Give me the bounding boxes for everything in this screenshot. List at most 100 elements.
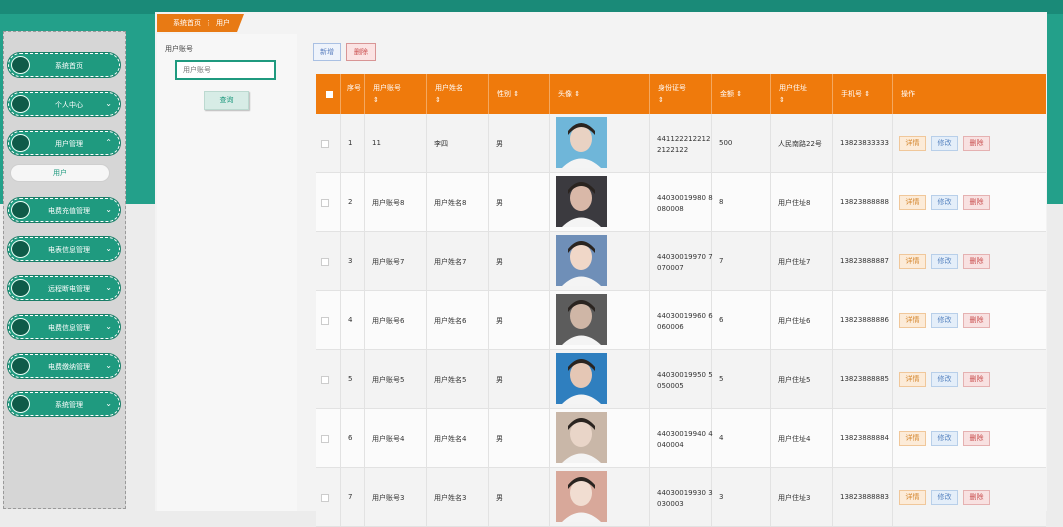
table-row: 2 用户账号8 用户姓名8 男 44030019980 8080008 8 用户住址8 138… [316,173,1046,232]
detail-button[interactable]: 详情 [899,195,926,210]
account-cell: 用户账号8 [365,173,427,232]
table-row: 4 用户账号6 用户姓名6 男 44030019960 6060006 6 用户住址6 138… [316,291,1046,350]
amount-value: 5 [719,375,724,383]
header-cell: 操作 [901,90,915,98]
sort-icon: ⇕ [574,90,581,98]
search-button[interactable]: 查询 [204,91,249,110]
address-cell: 人民南路22号 [771,114,833,173]
row-checkbox[interactable] [321,258,329,266]
add-button[interactable]: 新增 [313,43,341,61]
address-value: 用户住址6 [778,317,811,325]
table-row: 5 用户账号5 用户姓名5 男 44030019950 5050005 5 用户住址5 138… [316,350,1046,409]
sidebar-item-profile[interactable]: 个人中心 ⌄ [8,92,120,116]
sidebar-item-label: 远程断电管理 [48,285,90,293]
account-value: 用户账号4 [372,435,405,443]
row-checkbox-cell [316,232,341,291]
sidebar-item-home[interactable]: 系统首页 [8,53,120,77]
header-cell[interactable]: 头像 ⇕ [550,74,650,114]
detail-button[interactable]: 详情 [899,313,926,328]
row-checkbox[interactable] [321,435,329,443]
header-cell[interactable]: 性别 ⇕ [489,74,550,114]
gender-value: 男 [496,317,503,325]
sidebar-item-user-management[interactable]: 用户管理 ⌃ [8,131,120,155]
edit-button[interactable]: 修改 [931,372,958,387]
name-cell: 用户姓名6 [427,291,489,350]
edit-button[interactable]: 修改 [931,431,958,446]
chevron-down-icon: ⌄ [105,205,112,214]
delete-row-button[interactable]: 删除 [963,372,990,387]
row-checkbox[interactable] [321,140,329,148]
edit-button[interactable]: 修改 [931,254,958,269]
account-value: 用户账号5 [372,376,405,384]
header-cell[interactable]: 手机号 ⇕ [833,74,893,114]
address-cell: 用户住址7 [771,232,833,291]
breadcrumb-separator: ⋮ [205,19,212,27]
delete-row-button[interactable]: 删除 [963,431,990,446]
header-cell[interactable]: 用户账号 ⇕ [365,74,427,114]
breadcrumb-home[interactable]: 系统首页 [173,19,201,27]
edit-button[interactable]: 修改 [931,136,958,151]
sidebar-item-recharge[interactable]: 电费充值管理 ⌄ [8,198,120,222]
delete-row-button[interactable]: 删除 [963,195,990,210]
edit-button[interactable]: 修改 [931,490,958,505]
header-cell[interactable]: 金额 ⇕ [712,74,771,114]
sort-icon: ⇕ [435,96,441,104]
amount-value: 500 [719,139,733,147]
sidebar-item-meter-info[interactable]: 电表信息管理 ⌄ [8,237,120,261]
sidebar-subitem-user[interactable]: 用户 [10,164,110,182]
amount-cell: 6 [712,291,771,350]
delete-row-button[interactable]: 删除 [963,254,990,269]
avatar-cell [550,173,650,232]
delete-row-button[interactable]: 删除 [963,136,990,151]
phone-value: 13823888888 [840,198,889,206]
header-cell[interactable]: 用户姓名 ⇕ [427,74,489,114]
account-value: 用户账号7 [372,258,405,266]
gender-value: 男 [496,199,503,207]
detail-button[interactable]: 详情 [899,136,926,151]
no-value: 4 [348,316,353,324]
search-input[interactable] [175,60,276,80]
detail-button[interactable]: 详情 [899,490,926,505]
chevron-down-icon: ⌄ [105,99,112,108]
amount-cell: 7 [712,232,771,291]
name-value: 用户姓名8 [434,199,467,207]
detail-button[interactable]: 详情 [899,254,926,269]
sidebar-item-fee-info[interactable]: 电费信息管理 ⌄ [8,315,120,339]
avatar [556,235,607,286]
id-value: 44030019930 3030003 [657,489,713,508]
sidebar-item-label: 用户管理 [55,140,83,148]
chevron-down-icon: ⌄ [105,244,112,253]
header-cell[interactable]: 身份证号 ⇕ [650,74,712,114]
delete-row-button[interactable]: 删除 [963,490,990,505]
sidebar-item-fee-payment[interactable]: 电费缴纳管理 ⌄ [8,354,120,378]
sidebar-item-system[interactable]: 系统管理 ⌄ [8,392,120,416]
edit-button[interactable]: 修改 [931,313,958,328]
phone-cell: 13823888883 [833,468,893,527]
edit-button[interactable]: 修改 [931,195,958,210]
header-cell[interactable]: 用户住址 ⇕ [771,74,833,114]
account-value: 用户账号6 [372,317,405,325]
row-checkbox[interactable] [321,199,329,207]
phone-cell: 13823888885 [833,350,893,409]
phone-value: 13823888884 [840,434,889,442]
amount-cell: 8 [712,173,771,232]
table-row: 7 用户账号3 用户姓名3 男 44030019930 3030003 3 用户住址3 138… [316,468,1046,527]
address-value: 用户住址5 [778,376,811,384]
id-cell: 44030019930 3030003 [650,468,713,527]
account-value: 用户账号3 [372,494,405,502]
delete-button[interactable]: 删除 [346,43,376,61]
detail-button[interactable]: 详情 [899,431,926,446]
delete-row-button[interactable]: 删除 [963,313,990,328]
id-cell: 44030019960 6060006 [650,291,713,350]
amount-value: 8 [719,198,724,206]
sidebar-item-remote-cutoff[interactable]: 远程断电管理 ⌄ [8,276,120,300]
row-checkbox[interactable] [321,317,329,325]
header-select-all[interactable] [316,74,341,114]
detail-button[interactable]: 详情 [899,372,926,387]
row-checkbox[interactable] [321,376,329,384]
row-checkbox[interactable] [321,494,329,502]
row-checkbox-cell [316,409,341,468]
sort-icon: ⇕ [736,90,743,98]
amount-value: 6 [719,316,724,324]
avatar [556,176,607,227]
